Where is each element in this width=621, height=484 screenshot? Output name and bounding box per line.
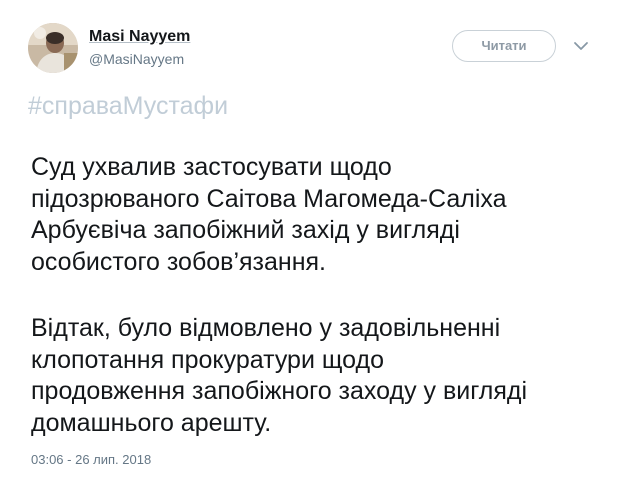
text-line: Арбуєвіча запобіжний захід у вигляді [31, 216, 460, 244]
follow-button[interactable]: Читати [452, 30, 556, 62]
tweet-card: Masi Nayyem @MasiNayyem Читати #справаМу… [0, 0, 621, 484]
tweet-paragraph-2: Відтак, було відмовлено у задовільненні … [31, 313, 527, 439]
avatar[interactable] [28, 23, 78, 73]
hashtag-link[interactable]: #справаМустафи [28, 90, 228, 122]
tweet-paragraph-1: Суд ухвалив застосувати щодо підозрювано… [31, 152, 507, 278]
author-display-name[interactable]: Masi Nayyem [89, 27, 190, 47]
author-username[interactable]: @MasiNayyem [89, 50, 184, 68]
tweet-timestamp[interactable]: 03:06 - 26 лип. 2018 [31, 452, 151, 468]
text-line: підозрюваного Саітова Магомеда-Саліха [31, 184, 507, 213]
text-line: Відтак, було відмовлено у задовільненні [31, 314, 501, 342]
text-line: домашнього арешту. [31, 408, 272, 437]
text-line: продовження запобіжного заходу у вигляді [31, 377, 528, 405]
text-line: особистого зобов’язання. [31, 247, 327, 276]
text-line: Суд ухвалив застосувати щодо [31, 153, 392, 181]
text-line: клопотання прокуратури щодо [31, 345, 384, 374]
chevron-down-icon[interactable] [572, 38, 590, 54]
